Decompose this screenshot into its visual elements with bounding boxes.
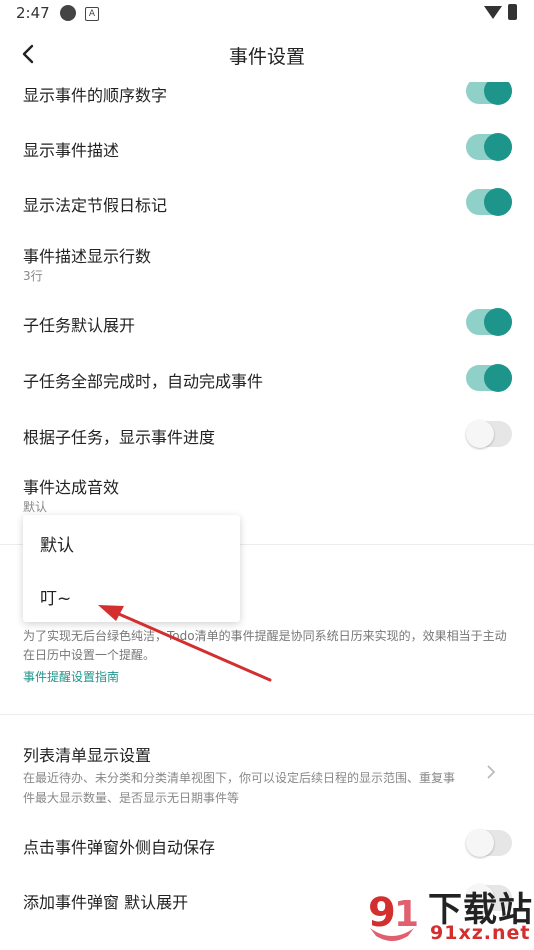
svg-text:1: 1 xyxy=(394,894,419,935)
watermark: 9 1 下载站 91xz.net xyxy=(360,880,534,950)
svg-text:9: 9 xyxy=(368,890,396,936)
annotation-arrow xyxy=(98,605,272,682)
watermark-url: 91xz.net xyxy=(430,922,531,944)
watermark-logo: 9 1 xyxy=(368,890,419,941)
